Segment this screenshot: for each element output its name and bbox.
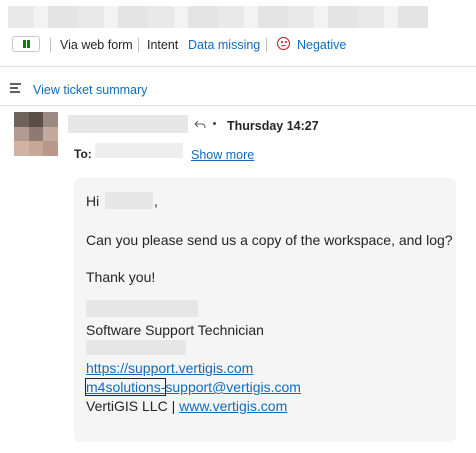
ticket-summary-row[interactable]: View ticket summary (0, 80, 476, 100)
channel-label: Via web form (60, 38, 133, 52)
redacted-phone (86, 340, 186, 355)
email-part2[interactable]: support@vertigis.com (165, 379, 301, 395)
intent-label: Intent (147, 38, 179, 52)
support-email-link[interactable]: m4solutions-support@vertigis.com (84, 378, 301, 396)
divider (266, 38, 267, 52)
greeting-prefix: Hi (86, 193, 100, 209)
intent-value-link[interactable]: Data missing (188, 38, 260, 52)
pause-button[interactable] (12, 36, 40, 52)
redacted-recipient (95, 143, 183, 158)
email-part1[interactable]: m4solutions- (84, 378, 167, 396)
email-header: Thursday 14:27 To: Show more (0, 112, 476, 172)
to-label: To: (74, 147, 92, 161)
redacted-ticket-title (8, 6, 428, 28)
separator-dot (213, 122, 216, 125)
signature-title: Software Support Technician (86, 322, 264, 338)
email-timestamp: Thursday 14:27 (227, 119, 319, 133)
sentiment-link[interactable]: Negative (297, 38, 346, 52)
question-text: Can you please send us a copy of the wor… (86, 232, 453, 248)
support-url-link[interactable]: https://support.vertigis.com (86, 360, 253, 376)
company-url-link[interactable]: www.vertigis.com (179, 398, 287, 414)
negative-sentiment-icon (277, 37, 290, 50)
summary-list-icon (10, 83, 21, 93)
reply-icon[interactable] (194, 120, 206, 129)
greeting-suffix: , (154, 193, 158, 209)
redacted-signature-name (86, 300, 198, 317)
show-more-link[interactable]: Show more (191, 148, 254, 162)
divider (0, 66, 476, 67)
divider (138, 38, 139, 52)
divider (0, 105, 476, 106)
ticket-title-bar (0, 0, 476, 30)
view-ticket-summary-link[interactable]: View ticket summary (33, 83, 147, 97)
company-line: VertiGIS LLC | www.vertigis.com (86, 398, 287, 414)
divider (50, 38, 51, 52)
redacted-sender-name (68, 115, 188, 133)
email-body-card: Hi , Can you please send us a copy of th… (74, 178, 456, 442)
ticket-status-row: Via web form Intent Data missing Negativ… (0, 34, 476, 56)
company-name: VertiGIS LLC | (86, 398, 180, 414)
thanks-text: Thank you! (86, 269, 156, 285)
pause-icon (23, 40, 30, 48)
redacted-recipient-name (105, 192, 153, 209)
